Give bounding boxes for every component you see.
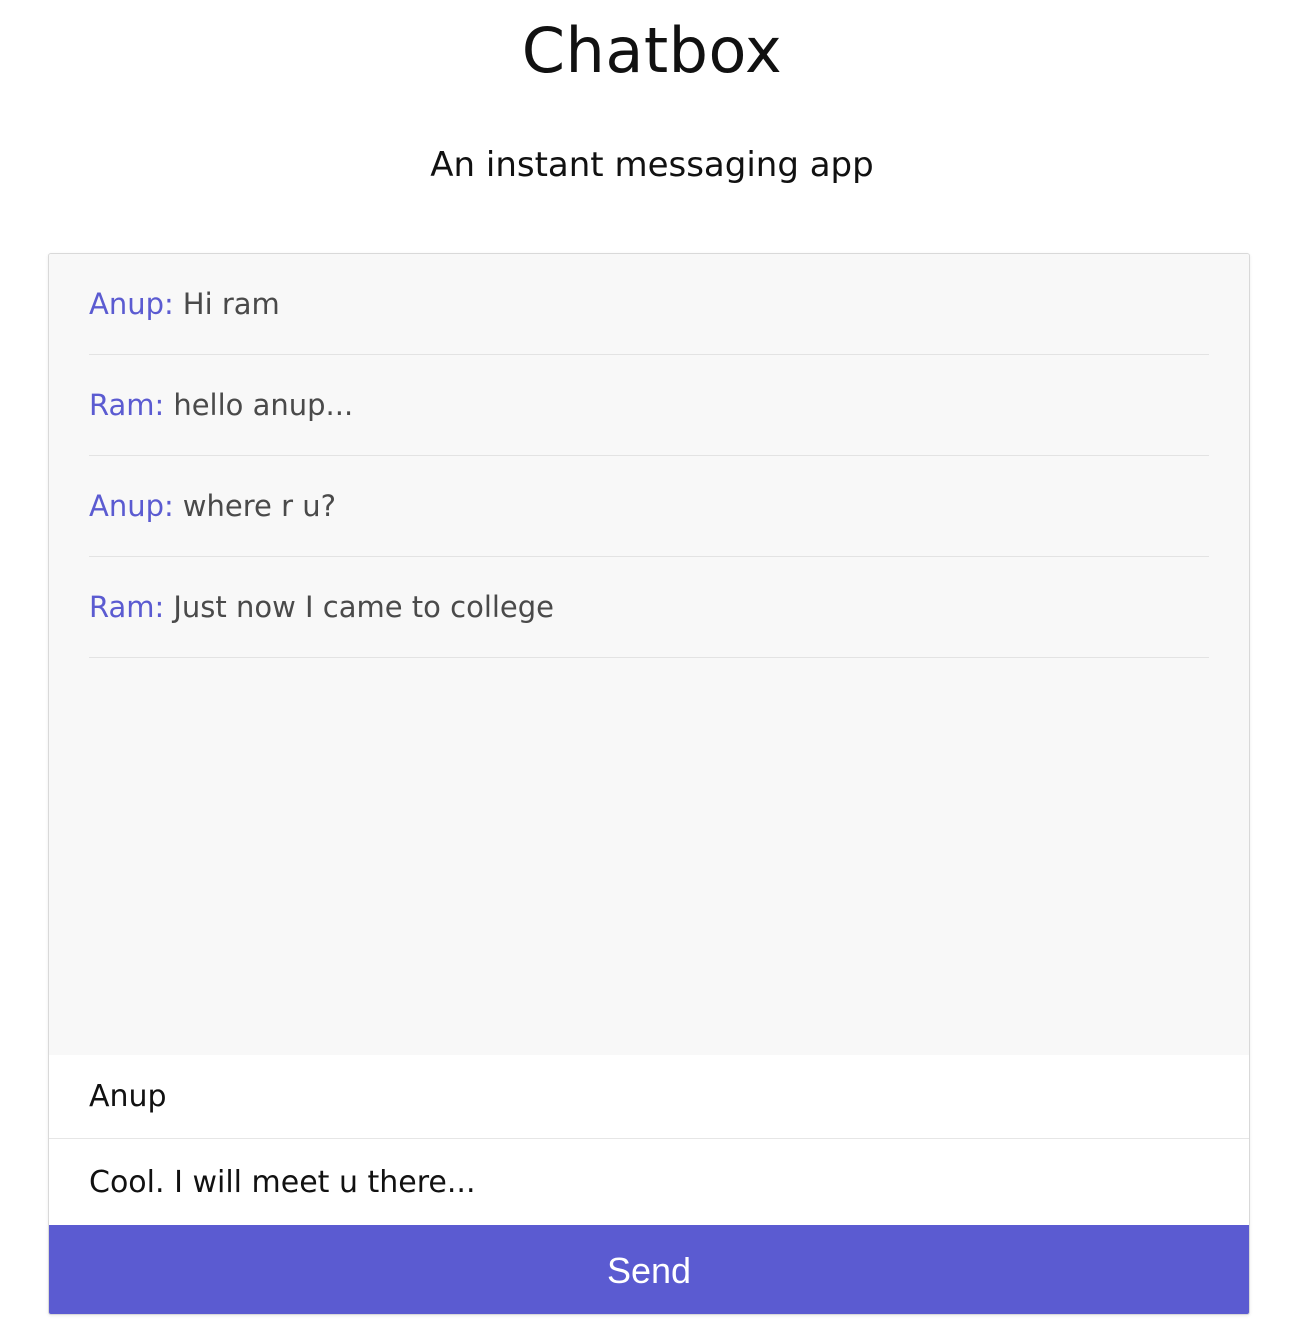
- send-button[interactable]: Send: [49, 1225, 1249, 1314]
- message-item: Ram: Just now I came to college: [89, 557, 1209, 658]
- message-input[interactable]: [89, 1164, 1209, 1200]
- message-text: Just now I came to college: [173, 590, 555, 624]
- message-list[interactable]: Anup: Hi ram Ram: hello anup... Anup: wh…: [49, 254, 1249, 1055]
- message-text: hello anup...: [173, 388, 354, 422]
- message-item: Ram: hello anup...: [89, 355, 1209, 456]
- page: Chatbox An instant messaging app Anup: H…: [0, 0, 1304, 1326]
- chat-panel: Anup: Hi ram Ram: hello anup... Anup: wh…: [48, 253, 1250, 1315]
- message-row: [49, 1139, 1249, 1225]
- message-item: Anup: where r u?: [89, 456, 1209, 557]
- message-text: where r u?: [182, 489, 336, 523]
- message-sender: Ram:: [89, 388, 165, 422]
- message-sender: Anup:: [89, 489, 174, 523]
- message-sender: Ram:: [89, 590, 165, 624]
- message-item: Anup: Hi ram: [89, 254, 1209, 355]
- name-input[interactable]: [89, 1079, 1209, 1114]
- page-subtitle: An instant messaging app: [430, 145, 874, 185]
- page-title: Chatbox: [521, 14, 783, 87]
- message-sender: Anup:: [89, 287, 174, 321]
- name-row: [49, 1055, 1249, 1139]
- message-text: Hi ram: [182, 287, 280, 321]
